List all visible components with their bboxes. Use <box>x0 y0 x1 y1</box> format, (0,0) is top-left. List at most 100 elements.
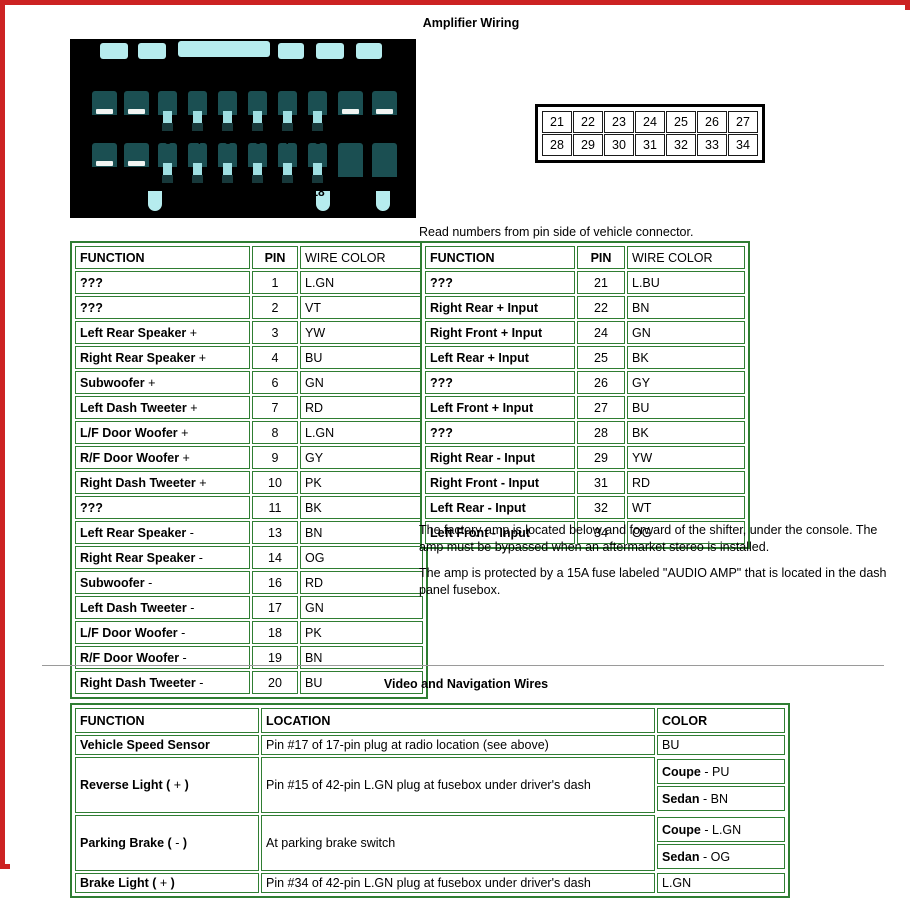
cell-pin: 1 <box>252 271 298 294</box>
cell-function: Right Rear Speaker + <box>75 346 250 369</box>
table-row: Left Rear Speaker +3 YW <box>75 321 423 344</box>
cell-wire-color: WT <box>627 496 745 519</box>
cell-wire-color: BK <box>627 421 745 444</box>
cell-pin: 17 <box>252 596 298 619</box>
cell-function: Left Rear Speaker - <box>75 521 250 544</box>
table-row: ??? 11 BK <box>75 496 423 519</box>
cell-function: Left Rear + Input <box>425 346 575 369</box>
cell-function: R/F Door Woofer + <box>75 446 250 469</box>
cell-wire-color: PK <box>300 621 423 644</box>
cell-pin: 32 <box>577 496 625 519</box>
variant-separator: - OG <box>699 849 731 864</box>
cell-location: At parking brake switch <box>261 815 655 871</box>
connector-pin-label-9: 9 <box>346 123 354 137</box>
cell-function: Vehicle Speed Sensor <box>75 735 259 755</box>
cell-pin: 28 <box>577 421 625 444</box>
connector-pin-label-11: 11 <box>97 177 111 191</box>
cell-wire-color: L.GN <box>300 271 423 294</box>
color-variant-table: Coupe - L.GN Sedan - OG <box>657 815 785 871</box>
table-row: R/F Door Woofer +9 GY <box>75 446 423 469</box>
table-row: Right Front - Input 31 RD <box>425 471 745 494</box>
header-location: LOCATION <box>261 708 655 733</box>
cell-pin: 8 <box>252 421 298 444</box>
polarity-sign: + <box>198 350 207 365</box>
cell-wire-color: GY <box>627 371 745 394</box>
cell-wire-color: BU <box>300 346 423 369</box>
cell-pin: 11 <box>252 496 298 519</box>
cell-wire-color: YW <box>627 446 745 469</box>
cell-color-sedan: Sedan - BN <box>657 786 785 811</box>
cell-function: Right Front + Input <box>425 321 575 344</box>
cell-function: Right Front - Input <box>425 471 575 494</box>
table-row: Right Dash Tweeter +10 PK <box>75 471 423 494</box>
cell-pin: 14 <box>252 546 298 569</box>
table-row: Right Front + Input 24 GN <box>425 321 745 344</box>
cell-wire-color: BK <box>627 346 745 369</box>
connector-pin-label-10: 10 <box>377 123 391 137</box>
pin-grid-cell-34: 34 <box>728 134 758 156</box>
polarity-sign: + <box>148 375 156 390</box>
table-row: Subwoofer -16 RD <box>75 571 423 594</box>
amp-fuse-note: The amp is protected by a 15A fuse label… <box>419 566 887 597</box>
table-row: ??? 28 BK <box>425 421 745 444</box>
cell-location: Pin #17 of 17-pin plug at radio location… <box>261 735 655 755</box>
connector-pin-label-15: 15 <box>221 185 235 199</box>
table-row: Right Rear Speaker -14 OG <box>75 546 423 569</box>
connector-pin-label-2: 2 <box>132 123 140 137</box>
amplifier-left-pinout-table: FUNCTION PIN WIRE COLOR??? 1 L.GN??? 2 VT Left … <box>70 241 428 699</box>
body-style-label: Coupe <box>662 764 701 779</box>
connector-pin-label-1: 1 <box>100 123 108 137</box>
polarity-sign: + <box>190 400 198 415</box>
cell-pin: 29 <box>577 446 625 469</box>
cell-wire-color: YW <box>300 321 423 344</box>
table-row: L/F Door Woofer -18 PK <box>75 621 423 644</box>
polarity-sign: + <box>189 325 198 340</box>
body-style-label: Coupe <box>662 822 701 837</box>
color-variant-row: Sedan - BN <box>657 786 785 811</box>
cell-wire-color: BN <box>627 296 745 319</box>
cell-function: Left Dash Tweeter - <box>75 596 250 619</box>
cell-location: Pin #15 of 42-pin L.GN plug at fusebox u… <box>261 757 655 813</box>
pin-grid-cell-28: 28 <box>542 134 572 156</box>
header-pin: PIN <box>577 246 625 269</box>
connector-pin-label-8: 8 <box>314 133 322 147</box>
cell-wire-color: BU <box>627 396 745 419</box>
polarity-sign: - <box>148 575 153 590</box>
cell-pin: 4 <box>252 346 298 369</box>
cell-pin: 21 <box>577 271 625 294</box>
polarity-sign: - <box>182 650 187 665</box>
connector-pin-label-7: 7 <box>284 133 292 147</box>
header-function: FUNCTION <box>75 708 259 733</box>
cell-pin: 6 <box>252 371 298 394</box>
cell-pin: 10 <box>252 471 298 494</box>
pin-grid-21-34: 21 22 23 24 25 26 27 28 29 30 31 32 33 3… <box>535 104 765 163</box>
cell-pin: 13 <box>252 521 298 544</box>
connector-pin-label-5: 5 <box>224 133 232 147</box>
table-row: Brake Light ( + ) Pin #34 of 42-pin L.GN … <box>75 873 785 893</box>
cell-function: ??? <box>425 421 575 444</box>
cell-pin: 22 <box>577 296 625 319</box>
cell-pin: 31 <box>577 471 625 494</box>
amp-location-note: The factory amp is located below and for… <box>419 523 878 554</box>
polarity-sign: - <box>189 525 194 540</box>
color-variant-table: Coupe - PU Sedan - BN <box>657 757 785 813</box>
cell-color-coupe: Coupe - PU <box>657 759 785 784</box>
cell-function: Right Rear - Input <box>425 446 575 469</box>
table-row: Parking Brake ( - ) At parking brake swit… <box>75 815 785 871</box>
connector-photo: 1 2 3 4 5 6 7 8 9 10 11 12 13 14 15 16 1… <box>70 39 416 218</box>
header-wire-color: WIRE COLOR <box>300 246 423 269</box>
cell-pin: 26 <box>577 371 625 394</box>
table-row: Left Dash Tweeter +7 RD <box>75 396 423 419</box>
table-row: Right Rear + Input 22 BN <box>425 296 745 319</box>
cell-wire-color: L.GN <box>300 421 423 444</box>
cell-pin: 27 <box>577 396 625 419</box>
table-row: Vehicle Speed Sensor Pin #17 of 17-pin pl… <box>75 735 785 755</box>
cell-wire-color: RD <box>300 396 423 419</box>
table-header-row: FUNCTION PIN WIRE COLOR <box>425 246 745 269</box>
cell-function: Left Front + Input <box>425 396 575 419</box>
cell-function: ??? <box>425 371 575 394</box>
cell-wire-color: VT <box>300 296 423 319</box>
cell-color-coupe: Coupe - L.GN <box>657 817 785 842</box>
amplifier-right-pinout-table: FUNCTION PIN WIRE COLOR??? 21 L.BU Right Rear… <box>420 241 750 549</box>
table-row: Left Rear - Input 32 WT <box>425 496 745 519</box>
